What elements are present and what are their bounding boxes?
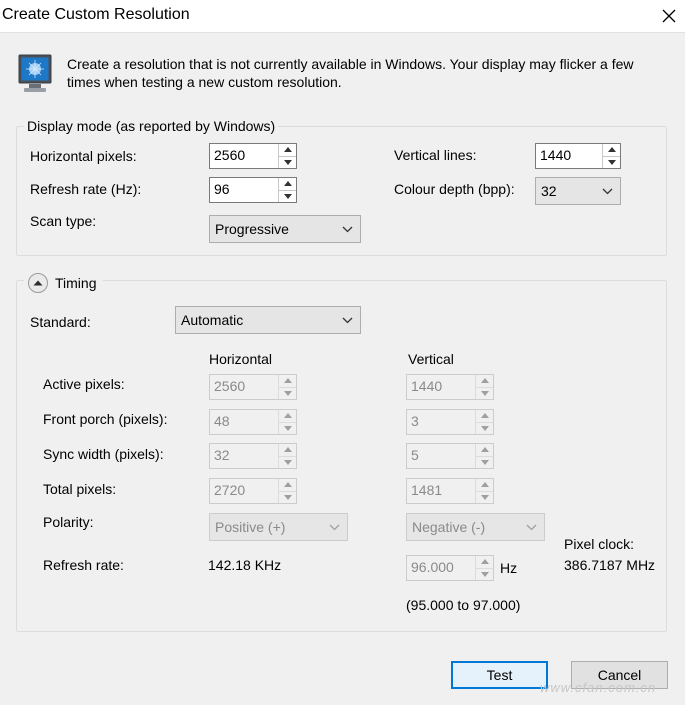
horizontal-pixels-stepper[interactable]: 2560 <box>209 143 297 169</box>
total-pixels-v-stepper: 1481 <box>406 478 494 504</box>
active-pixels-label: Active pixels: <box>43 376 125 392</box>
vertical-refresh-value: 96.000 <box>407 556 475 580</box>
spin-down-icon[interactable] <box>279 155 296 169</box>
spin-up-icon <box>279 375 296 387</box>
spin-down-icon <box>476 455 493 469</box>
spin-down-icon <box>476 490 493 504</box>
window-title: Create Custom Resolution <box>2 6 190 23</box>
spin-down-icon <box>476 421 493 435</box>
total-pixels-h-value: 2720 <box>210 479 278 503</box>
spin-up-icon <box>279 444 296 456</box>
refresh-rate-label: Refresh rate (Hz): <box>30 181 142 197</box>
standard-select[interactable]: Automatic <box>175 306 361 334</box>
monitor-icon <box>18 54 52 96</box>
spin-down-icon <box>476 567 493 581</box>
spin-down-icon <box>279 490 296 504</box>
front-porch-h-value: 48 <box>210 410 278 434</box>
timing-refresh-rate-label: Refresh rate: <box>43 557 124 573</box>
spin-down-icon[interactable] <box>603 155 620 169</box>
vertical-lines-stepper[interactable]: 1440 <box>535 143 621 169</box>
spin-up-icon <box>476 479 493 491</box>
collapse-up-icon[interactable] <box>27 272 49 294</box>
vertical-lines-label: Vertical lines: <box>394 147 477 163</box>
pixel-clock-value: 386.7187 MHz <box>564 557 656 573</box>
spin-down-icon <box>279 421 296 435</box>
vertical-column-header: Vertical <box>408 351 454 367</box>
spin-up-icon <box>476 444 493 456</box>
chevron-down-icon <box>602 188 612 194</box>
polarity-h-select: Positive (+) <box>209 513 348 541</box>
test-button[interactable]: Test <box>451 661 548 689</box>
chevron-down-icon <box>329 524 339 530</box>
intro-text: Create a resolution that is not currentl… <box>67 56 634 90</box>
polarity-v-select: Negative (-) <box>406 513 545 541</box>
polarity-h-value: Positive (+) <box>215 519 286 535</box>
front-porch-v-value: 3 <box>407 410 475 434</box>
spin-down-icon[interactable] <box>279 189 296 203</box>
display-mode-label: Display mode (as reported by Windows) <box>24 118 279 134</box>
horizontal-pixels-value[interactable]: 2560 <box>210 144 278 168</box>
front-porch-label: Front porch (pixels): <box>43 411 168 427</box>
timing-label: Timing <box>55 275 97 291</box>
spin-down-icon <box>476 386 493 400</box>
spin-up-icon <box>476 556 493 568</box>
sync-width-label: Sync width (pixels): <box>43 446 164 462</box>
total-pixels-h-stepper: 2720 <box>209 478 297 504</box>
scan-type-label: Scan type: <box>30 213 97 229</box>
sync-width-h-stepper: 32 <box>209 443 297 469</box>
polarity-v-value: Negative (-) <box>412 519 486 535</box>
timing-header[interactable]: Timing <box>24 272 103 294</box>
sync-width-v-stepper: 5 <box>406 443 494 469</box>
colour-depth-select[interactable]: 32 <box>535 177 621 205</box>
sync-width-h-value: 32 <box>210 444 278 468</box>
front-porch-v-stepper: 3 <box>406 409 494 435</box>
colour-depth-label: Colour depth (bpp): <box>394 181 515 197</box>
active-pixels-v-value: 1440 <box>407 375 475 399</box>
pixel-clock-label: Pixel clock: <box>564 536 635 552</box>
total-pixels-v-value: 1481 <box>407 479 475 503</box>
horizontal-pixels-label: Horizontal pixels: <box>30 148 137 164</box>
close-button[interactable] <box>655 2 683 30</box>
standard-label: Standard: <box>30 314 91 330</box>
total-pixels-label: Total pixels: <box>43 481 117 497</box>
title-bar: Create Custom Resolution <box>0 0 685 32</box>
chevron-down-icon <box>342 226 352 232</box>
vertical-lines-value[interactable]: 1440 <box>536 144 602 168</box>
spin-up-icon <box>476 410 493 422</box>
chevron-down-icon <box>526 524 536 530</box>
watermark: www.cfan.com.cn <box>540 680 657 695</box>
refresh-rate-stepper[interactable]: 96 <box>209 177 297 203</box>
horizontal-refresh-value: 142.18 KHz <box>208 557 282 573</box>
spin-up-icon[interactable] <box>603 144 620 156</box>
refresh-rate-value[interactable]: 96 <box>210 178 278 202</box>
front-porch-h-stepper: 48 <box>209 409 297 435</box>
vertical-refresh-stepper: 96.000 <box>406 555 494 581</box>
refresh-unit: Hz <box>500 560 518 576</box>
spin-up-icon <box>279 479 296 491</box>
scan-type-select[interactable]: Progressive <box>209 215 361 243</box>
refresh-range: (95.000 to 97.000) <box>406 597 521 613</box>
standard-value: Automatic <box>181 312 244 328</box>
active-pixels-v-stepper: 1440 <box>406 374 494 400</box>
spin-up-icon[interactable] <box>279 178 296 190</box>
spin-up-icon <box>279 410 296 422</box>
spin-up-icon[interactable] <box>279 144 296 156</box>
active-pixels-h-stepper: 2560 <box>209 374 297 400</box>
spin-up-icon <box>476 375 493 387</box>
spin-down-icon <box>279 386 296 400</box>
sync-width-v-value: 5 <box>407 444 475 468</box>
spin-down-icon <box>279 455 296 469</box>
chevron-down-icon <box>342 317 352 323</box>
colour-depth-value: 32 <box>541 183 557 199</box>
close-icon <box>662 9 676 23</box>
scan-type-value: Progressive <box>215 221 289 237</box>
active-pixels-h-value: 2560 <box>210 375 278 399</box>
polarity-label: Polarity: <box>43 514 94 530</box>
horizontal-column-header: Horizontal <box>209 351 273 367</box>
